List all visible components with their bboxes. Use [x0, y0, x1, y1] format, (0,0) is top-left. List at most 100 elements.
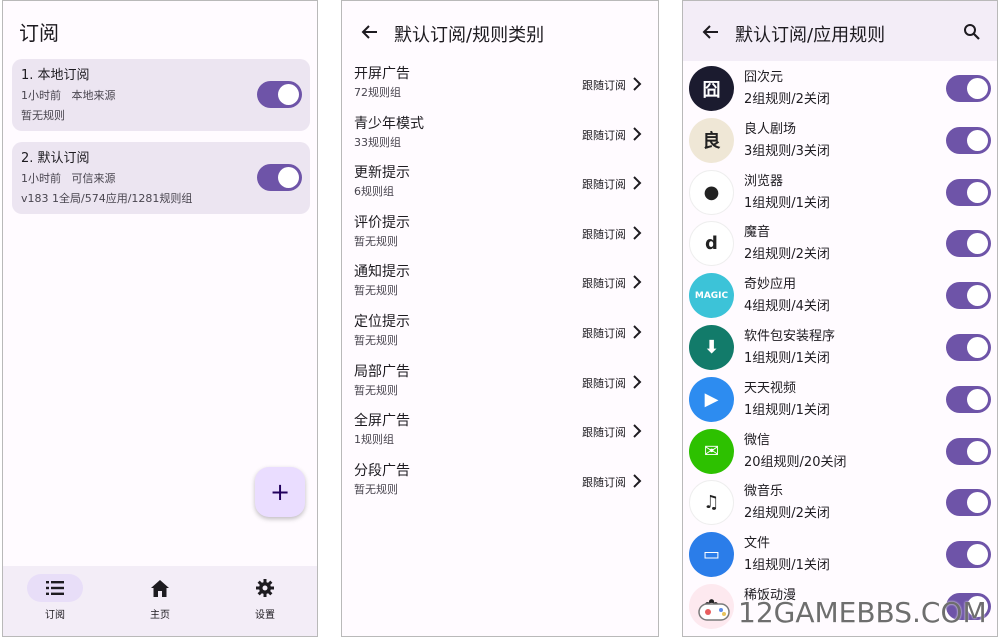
- app-rule-row[interactable]: 良 良人剧场 3组规则/3关闭: [689, 115, 995, 167]
- subscription-card-default[interactable]: 2. 默认订阅 1小时前 可信来源 v183 1全局/574应用/1281规则组: [12, 142, 310, 214]
- app-rule-toggle[interactable]: [946, 282, 991, 310]
- app-name: 浏览器: [744, 173, 784, 189]
- nav-label: 设置: [255, 610, 275, 621]
- nav-label: 主页: [150, 610, 170, 621]
- subscription-name: 2. 默认订阅: [21, 151, 90, 166]
- app-icon: MAGIC: [689, 273, 734, 319]
- nav-label: 订阅: [45, 610, 65, 621]
- subscription-toggle[interactable]: [257, 164, 302, 191]
- app-rule-toggle[interactable]: [946, 75, 991, 102]
- app-rule-toggle[interactable]: [946, 178, 991, 206]
- page-title: 默认订阅/规则类别: [394, 25, 545, 46]
- app-icon: d: [689, 221, 734, 267]
- app-icon-glyph: ▭: [702, 544, 720, 566]
- category-row[interactable]: 青少年模式 33规则组 跟随订阅: [354, 115, 648, 161]
- app-rule-stat: 1组规则/1关闭: [744, 195, 830, 211]
- chevron-right-icon: [633, 77, 642, 91]
- subscription-source: 本地来源: [71, 89, 116, 102]
- category-row[interactable]: 分段广告 暂无规则 跟随订阅: [354, 462, 648, 508]
- follow-subscription-label[interactable]: 跟随订阅: [582, 375, 626, 391]
- page-title: 默认订阅/应用规则: [735, 25, 886, 46]
- app-icon: ♫: [689, 480, 734, 526]
- category-row[interactable]: 局部广告 暂无规则 跟随订阅: [354, 363, 648, 409]
- nav-item-subscriptions[interactable]: 订阅: [15, 574, 95, 621]
- app-icon-glyph: ●: [703, 181, 720, 203]
- app-icon-glyph: d: [705, 233, 718, 255]
- watermark: 12GAMEBBS.COM: [738, 596, 987, 629]
- app-rule-row[interactable]: MAGIC 奇妙应用 4组规则/4关闭: [689, 270, 995, 322]
- app-rule-stat: 1组规则/1关闭: [744, 351, 830, 366]
- app-icon-glyph: MAGIC: [694, 290, 729, 301]
- category-row[interactable]: 定位提示 暂无规则 跟随订阅: [354, 313, 648, 359]
- chevron-right-icon: [633, 275, 642, 290]
- app-rule-toggle[interactable]: [946, 437, 991, 465]
- app-rule-row[interactable]: ▭ 文件 1组规则/1关闭: [689, 529, 995, 581]
- app-rule-row[interactable]: ✉ 微信 20组规则/20关闭: [689, 426, 995, 478]
- app-rule-stat: 3组规则/3关闭: [744, 143, 830, 159]
- nav-item-settings[interactable]: 设置: [225, 574, 305, 621]
- category-row[interactable]: 开屏广告 72规则组 跟随订阅: [354, 65, 648, 111]
- app-icon: ▶: [689, 376, 734, 422]
- subscription-card-local[interactable]: 1. 本地订阅 1小时前 本地来源 暂无规则: [12, 59, 310, 131]
- app-icon: ▭: [689, 532, 734, 578]
- subscription-detail: v183 1全局/574应用/1281规则组: [21, 192, 193, 205]
- follow-subscription-label[interactable]: 跟随订阅: [582, 325, 626, 341]
- follow-subscription-label[interactable]: 跟随订阅: [582, 474, 626, 490]
- app-icon-glyph: 良: [702, 131, 721, 153]
- subscriptions-screen: 订阅 1. 本地订阅 1小时前 本地来源 暂无规则 2. 默认订阅 1小时前 可…: [2, 0, 318, 637]
- add-subscription-button[interactable]: +: [255, 467, 305, 517]
- app-rule-stat: 2组规则/2关闭: [744, 92, 830, 107]
- follow-subscription-label[interactable]: 跟随订阅: [582, 127, 626, 143]
- follow-subscription-label[interactable]: 跟随订阅: [582, 226, 626, 242]
- app-rule-toggle[interactable]: [946, 334, 991, 361]
- subscription-toggle[interactable]: [257, 81, 302, 108]
- back-arrow-icon[interactable]: [360, 23, 378, 41]
- app-rule-row[interactable]: ▶ 天天视频 1组规则/1关闭: [689, 374, 995, 426]
- app-rule-toggle[interactable]: [946, 126, 991, 154]
- subscription-time: 1小时前: [21, 89, 61, 102]
- app-rule-stat: 2组规则/2关闭: [744, 506, 830, 522]
- app-rule-row[interactable]: 囧 囧次元 2组规则/2关闭: [689, 63, 995, 115]
- app-rule-stat: 2组规则/2关闭: [744, 247, 830, 263]
- app-rule-stat: 20组规则/20关闭: [744, 454, 847, 470]
- category-row[interactable]: 全屏广告 1规则组 跟随订阅: [354, 412, 648, 458]
- chevron-right-icon: [633, 176, 642, 190]
- gear-icon: [256, 579, 274, 597]
- app-icon: ⬇: [689, 325, 734, 370]
- app-rule-toggle[interactable]: [946, 541, 991, 569]
- app-rule-stat: 1组规则/1关闭: [744, 558, 830, 574]
- app-rule-stat: 1组规则/1关闭: [744, 402, 830, 418]
- category-row[interactable]: 评价提示 暂无规则 跟随订阅: [354, 214, 648, 260]
- follow-subscription-label[interactable]: 跟随订阅: [582, 275, 626, 291]
- app-rule-row[interactable]: ● 浏览器 1组规则/1关闭: [689, 167, 995, 219]
- rule-categories-screen: 默认订阅/规则类别 开屏广告 72规则组 跟随订阅 青少年模式 33规则组 跟随订阅 更新提…: [341, 0, 659, 637]
- app-rule-toggle[interactable]: [946, 230, 991, 258]
- chevron-right-icon: [633, 226, 642, 240]
- follow-subscription-label[interactable]: 跟随订阅: [582, 176, 626, 192]
- follow-subscription-label[interactable]: 跟随订阅: [582, 77, 626, 93]
- app-rule-toggle[interactable]: [946, 489, 991, 517]
- search-icon[interactable]: [963, 23, 981, 41]
- follow-subscription-label[interactable]: 跟随订阅: [582, 424, 626, 440]
- app-rule-row[interactable]: ♫ 微音乐 2组规则/2关闭: [689, 477, 995, 529]
- back-arrow-icon[interactable]: [701, 23, 719, 41]
- app-name: 文件: [744, 536, 771, 552]
- app-icon: 良: [689, 117, 734, 163]
- subscription-source: 可信来源: [71, 172, 116, 185]
- app-icon-glyph: ⬇: [703, 337, 720, 358]
- app-rule-row[interactable]: d 魔音 2组规则/2关闭: [689, 218, 995, 270]
- app-name: 微音乐: [744, 484, 784, 500]
- app-icon-glyph: ▶: [704, 388, 719, 410]
- subscription-time: 1小时前: [21, 172, 61, 185]
- app-name: 魔音: [744, 225, 771, 241]
- watermark-logo-icon: [698, 603, 730, 621]
- category-row[interactable]: 更新提示 6规则组 跟随订阅: [354, 164, 648, 210]
- category-row[interactable]: 通知提示 暂无规则 跟随订阅: [354, 263, 648, 309]
- chevron-right-icon: [633, 374, 642, 389]
- app-icon: ●: [689, 169, 734, 215]
- subscription-name: 1. 本地订阅: [21, 68, 90, 83]
- app-rule-row[interactable]: ⬇ 软件包安装程序 1组规则/1关闭: [689, 322, 995, 374]
- nav-item-home[interactable]: 主页: [120, 574, 200, 621]
- app-rules-screen: 默认订阅/应用规则 囧囧次元 2组规则/2关闭良良人剧场 3组规则/3关闭 ● 浏览器 1…: [682, 0, 998, 637]
- app-rule-toggle[interactable]: [946, 385, 991, 413]
